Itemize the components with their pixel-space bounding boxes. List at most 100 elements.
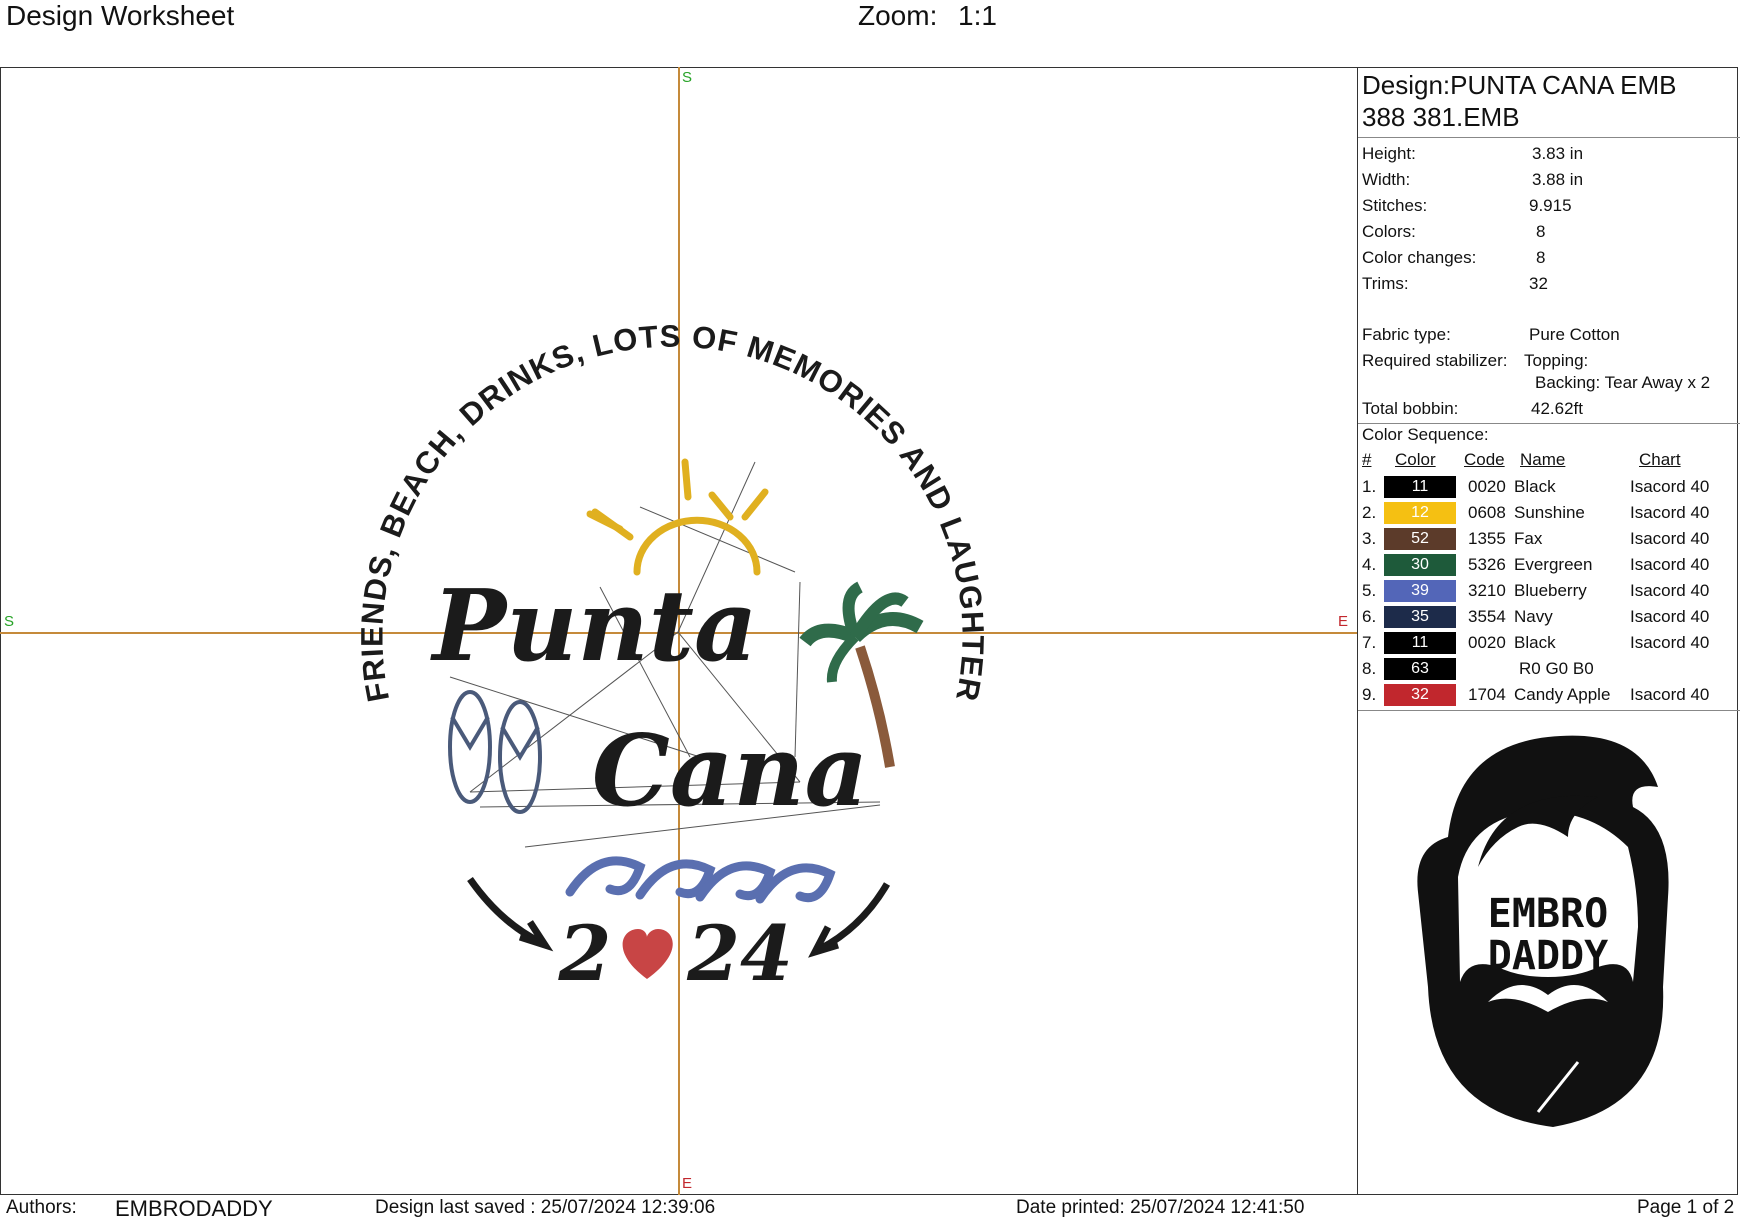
color-swatch: 11 — [1384, 476, 1456, 498]
color-sequence-row: 4. 30 5326 Evergreen Isacord 40 — [1358, 552, 1740, 578]
row-num: 6. — [1362, 607, 1377, 626]
row-code: 0020 — [1468, 477, 1506, 496]
color-swatch: 32 — [1384, 684, 1456, 706]
embrodaddy-logo: EMBRO DADDY — [1417, 735, 1669, 1127]
authors-value: EMBRODADDY — [115, 1196, 273, 1221]
color-swatch: 39 — [1384, 580, 1456, 602]
separator — [1358, 423, 1740, 424]
color-sequence-row: 8. 63 R0 G0 B0 — [1358, 656, 1740, 682]
zoom-value: 1:1 — [958, 0, 997, 31]
color-sequence-label: Color Sequence: — [1362, 425, 1489, 444]
row-num: 2. — [1362, 503, 1377, 522]
fabric-value: Pure Cotton — [1529, 325, 1620, 344]
row-code: 1355 — [1468, 529, 1506, 548]
heart-motif — [622, 929, 673, 979]
row-name: R0 G0 B0 — [1519, 659, 1594, 678]
colors-value: 8 — [1536, 222, 1546, 241]
color-changes-value: 8 — [1536, 248, 1546, 267]
row-name: Fax — [1514, 529, 1543, 548]
trims-label: Trims: — [1362, 274, 1409, 293]
height-label: Height: — [1362, 144, 1416, 163]
authors-label: Authors: — [6, 1197, 77, 1218]
color-sequence-row: 7. 11 0020 Black Isacord 40 — [1358, 630, 1740, 656]
stitches-value: 9.915 — [1529, 196, 1572, 215]
left-arrow-motif — [467, 876, 554, 952]
embroidery-design: FRIENDS, BEACH, DRINKS, LOTS OF MEMORIES… — [354, 319, 989, 998]
row-code: 3210 — [1468, 581, 1506, 600]
separator — [1358, 710, 1740, 711]
color-sequence-row: 3. 52 1355 Fax Isacord 40 — [1358, 526, 1740, 552]
row-num: 3. — [1362, 529, 1377, 548]
col-header-num: # — [1362, 450, 1372, 469]
design-stats: Height: 3.83 in Width: 3.88 in Stitches:… — [1362, 139, 1732, 293]
row-num: 9. — [1362, 685, 1377, 704]
row-code: 0020 — [1468, 633, 1506, 652]
row-name: Evergreen — [1514, 555, 1593, 574]
logo-word-embro: EMBRO — [1488, 891, 1608, 937]
row-chart: Isacord 40 — [1630, 503, 1710, 522]
design-last-saved: Design last saved : 25/07/2024 12:39:06 — [375, 1197, 716, 1218]
color-sequence-row: 9. 32 1704 Candy Apple Isacord 40 — [1358, 682, 1740, 708]
row-num: 4. — [1362, 555, 1377, 574]
width-label: Width: — [1362, 170, 1411, 189]
row-num: 8. — [1362, 659, 1377, 678]
year-digits-right: 24 — [686, 909, 793, 998]
row-num: 1. — [1362, 477, 1377, 496]
col-header-code: Code — [1464, 450, 1505, 469]
row-chart: Isacord 40 — [1630, 685, 1710, 704]
row-code: 0608 — [1468, 503, 1506, 522]
right-arrow-motif — [808, 882, 891, 958]
page-number: Page 1 of 2 — [1637, 1197, 1735, 1218]
separator — [1358, 137, 1740, 138]
trims-value: 32 — [1529, 274, 1548, 293]
fabric-info: Fabric type: Pure Cotton Required stabil… — [1362, 325, 1732, 418]
col-header-chart: Chart — [1639, 450, 1681, 469]
row-chart: Isacord 40 — [1630, 555, 1710, 574]
stabilizer-topping: Topping: — [1524, 351, 1589, 370]
row-name: Black — [1514, 633, 1556, 652]
row-chart: Isacord 40 — [1630, 607, 1710, 626]
bobbin-value: 42.62ft — [1531, 399, 1583, 418]
color-swatch: 12 — [1384, 502, 1456, 524]
color-sequence-row: 2. 12 0608 Sunshine Isacord 40 — [1358, 500, 1740, 526]
flip-flops-motif — [448, 690, 542, 814]
row-chart: Isacord 40 — [1630, 529, 1710, 548]
colors-label: Colors: — [1362, 222, 1416, 241]
row-name: Candy Apple — [1514, 685, 1611, 704]
col-header-name: Name — [1520, 450, 1566, 469]
row-chart: Isacord 40 — [1630, 581, 1710, 600]
stitches-label: Stitches: — [1362, 196, 1428, 215]
row-chart: Isacord 40 — [1630, 477, 1710, 496]
design-word-punta: Punta — [430, 569, 758, 684]
waves-motif — [565, 856, 836, 904]
color-swatch: 30 — [1384, 554, 1456, 576]
logo-word-daddy: DADDY — [1488, 933, 1608, 979]
row-code: 3554 — [1468, 607, 1506, 626]
row-name: Sunshine — [1514, 503, 1585, 522]
row-name: Navy — [1514, 607, 1553, 626]
color-swatch: 11 — [1384, 632, 1456, 654]
row-chart: Isacord 40 — [1630, 633, 1710, 652]
row-code: 5326 — [1468, 555, 1506, 574]
color-swatch: 52 — [1384, 528, 1456, 550]
row-code: 1704 — [1468, 685, 1506, 704]
color-sequence-row: 5. 39 3210 Blueberry Isacord 40 — [1358, 578, 1740, 604]
row-num: 7. — [1362, 633, 1377, 652]
date-printed: Date printed: 25/07/2024 12:41:50 — [1016, 1197, 1305, 1218]
design-info-panel: Design:PUNTA CANA EMB 388 381.EMB Height… — [1357, 67, 1740, 1195]
bobbin-label: Total bobbin: — [1362, 399, 1459, 418]
color-swatch: 63 — [1384, 658, 1456, 680]
width-value: 3.88 in — [1532, 170, 1584, 189]
row-name: Blueberry — [1514, 581, 1587, 600]
sun-motif — [586, 458, 769, 576]
stabilizer-backing: Backing: Tear Away x 2 — [1535, 373, 1711, 392]
row-name: Black — [1514, 477, 1556, 496]
col-header-color: Color — [1395, 450, 1436, 469]
zoom-label: Zoom: — [858, 0, 938, 31]
color-swatch: 35 — [1384, 606, 1456, 628]
color-sequence-row: 6. 35 3554 Navy Isacord 40 — [1358, 604, 1740, 630]
design-canvas: S S E E FRIENDS, BEACH, DRINKS, LOTS OF … — [0, 67, 1357, 1195]
color-changes-label: Color changes: — [1362, 248, 1477, 267]
height-value: 3.83 in — [1532, 144, 1584, 163]
design-name-line2: 388 381.EMB — [1362, 102, 1520, 132]
